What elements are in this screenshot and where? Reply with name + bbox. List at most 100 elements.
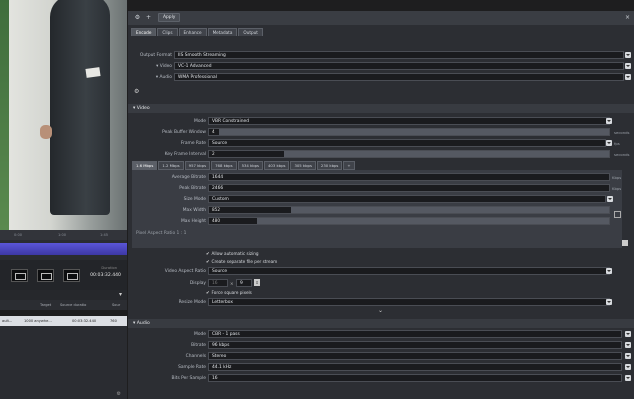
chevron-down-icon[interactable]	[625, 331, 631, 337]
add-icon[interactable]: +	[145, 14, 152, 21]
mode-label: Mode	[194, 119, 206, 124]
chevron-down-icon[interactable]	[607, 196, 613, 202]
film-icon[interactable]	[11, 269, 28, 282]
chevron-down-icon[interactable]	[625, 63, 631, 69]
tab-output[interactable]: Output	[238, 28, 263, 36]
left-footer: ⚙	[0, 326, 127, 399]
audio-mode-select[interactable]: CBR - 1 pass	[208, 330, 622, 338]
cell: 1000 anywhe...	[24, 319, 52, 323]
video-section-header[interactable]: ▾ Video	[128, 104, 634, 113]
tab-metadata[interactable]: Metadata	[207, 28, 238, 36]
chevron-down-icon[interactable]	[625, 342, 631, 348]
max-width-slider[interactable]: 852	[208, 206, 610, 214]
bitrate-tab[interactable]: 768 kbps	[211, 161, 237, 170]
bitrate-tab[interactable]: 230 kbps	[316, 161, 343, 170]
gear-icon[interactable]: ⚙	[134, 14, 141, 21]
bitrate-tab[interactable]: 403 kbps	[264, 161, 290, 170]
unit-label: seconds	[614, 130, 630, 135]
video-edge	[0, 0, 9, 230]
chevron-down-icon[interactable]	[625, 353, 631, 359]
settings-icon[interactable]: ⚙	[117, 391, 121, 397]
table-row[interactable]: ault... 1000 anywhe... 00:03:32.440 760	[0, 316, 127, 326]
video-badge	[85, 67, 101, 78]
checkbox-label: Force square pixels	[211, 290, 252, 295]
cell: ault...	[2, 319, 13, 323]
audio-section-header[interactable]: ▾ Audio	[128, 319, 634, 328]
size-mode-label: Size Mode	[183, 197, 206, 202]
add-bitrate-button[interactable]: +	[343, 161, 355, 170]
stepper-icon[interactable]: ⇕	[254, 279, 260, 286]
chevron-down-icon[interactable]	[625, 364, 631, 370]
chevron-down-icon[interactable]	[606, 268, 612, 274]
chevron-down-icon[interactable]	[625, 52, 631, 58]
chevron-down-icon[interactable]	[606, 118, 612, 124]
video-mode-select[interactable]: VBR Constrained	[208, 117, 610, 125]
display-label: Display	[189, 281, 206, 286]
settings-panel: ⚙ + Apply × Encode Clips Enhance Metadata Ou…	[128, 11, 634, 399]
clip-controls: Duration 00:03:32.440	[0, 260, 127, 290]
tab-enhance[interactable]: Enhance	[178, 28, 207, 36]
link-icon[interactable]	[614, 211, 621, 218]
check-icon: ✔	[206, 259, 210, 264]
peak-buffer-slider[interactable]: 4	[208, 128, 610, 136]
audio-section-title: Audio	[136, 321, 150, 326]
sample-rate-select[interactable]: 44.1 kHz	[208, 363, 622, 371]
key-frame-value: 2	[212, 151, 215, 156]
unit-label: seconds	[614, 152, 630, 157]
separate-file-checkbox[interactable]: ✔ Create separate file per stream	[206, 258, 277, 266]
tab-encode[interactable]: Encode	[131, 28, 157, 36]
video-preview	[0, 0, 127, 230]
audio-codec-select[interactable]: WMA Professional	[174, 73, 624, 81]
bitrate-tab[interactable]: 1.2 Mbps	[158, 161, 184, 170]
film-icon[interactable]	[37, 269, 54, 282]
timecode: 00:03:32.440	[90, 273, 121, 278]
max-height-slider[interactable]: 480	[208, 217, 610, 225]
chevron-down-icon[interactable]	[625, 375, 631, 381]
frame-rate-select[interactable]: Source	[208, 139, 606, 147]
size-mode-select[interactable]: Custom	[208, 195, 606, 203]
chevron-down-icon[interactable]: ▾	[119, 291, 122, 298]
display-height-input[interactable]: 9	[236, 279, 252, 287]
col-source-duration[interactable]: Source duratio	[60, 303, 86, 307]
video-codec-label: ▾ Video	[130, 62, 172, 71]
audio-bitrate-label: Bitrate	[191, 343, 206, 348]
settings-icon[interactable]: ⚙	[134, 88, 139, 95]
display-width-input[interactable]: 16	[208, 279, 228, 287]
col-target[interactable]: Target	[40, 303, 51, 307]
film-icon[interactable]	[63, 269, 80, 282]
key-frame-slider[interactable]: 2	[208, 150, 610, 158]
apply-button[interactable]: Apply	[158, 13, 181, 22]
bitrate-tab[interactable]: 305 kbps	[290, 161, 316, 170]
max-width-label: Max Width	[182, 208, 206, 213]
chevron-down-icon[interactable]	[606, 140, 612, 146]
bitrate-tab[interactable]: 1.6 Mbps	[132, 161, 158, 170]
chevron-down-icon[interactable]	[606, 299, 612, 305]
col-source[interactable]: Sour	[112, 303, 120, 307]
channels-select[interactable]: Stereo	[208, 352, 622, 360]
timecode-label: Duration	[101, 266, 117, 270]
force-square-checkbox[interactable]: ✔ Force square pixels	[206, 289, 252, 297]
bitrate-tab[interactable]: 534 kbps	[237, 161, 264, 170]
close-icon[interactable]: ×	[624, 14, 631, 21]
audio-bitrate-select[interactable]: 96 kbps	[208, 341, 622, 349]
output-format-select[interactable]: IIS Smooth Streaming	[174, 51, 624, 59]
tab-clips[interactable]: Clips	[157, 28, 178, 36]
tab-bar: Encode Clips Enhance Metadata Output	[131, 28, 264, 37]
peak-bitrate-input[interactable]: 2466	[208, 184, 610, 192]
peak-buffer-label: Peak Buffer Window	[162, 130, 206, 135]
avg-bitrate-input[interactable]: 1644	[208, 173, 610, 181]
video-aspect-select[interactable]: Source	[208, 267, 610, 275]
timeline-track[interactable]	[0, 243, 127, 255]
audio-label-text: Audio	[159, 75, 172, 80]
chevron-down-icon[interactable]	[625, 74, 631, 80]
chevron-down-icon[interactable]: ⌄	[378, 307, 383, 314]
allow-auto-sizing-checkbox[interactable]: ✔ Allow automatic sizing	[206, 250, 259, 258]
video-codec-select[interactable]: VC-1 Advanced	[174, 62, 624, 70]
video-person	[50, 0, 110, 215]
expand-icon[interactable]	[622, 240, 628, 246]
ruler-mark: 0:00	[14, 233, 23, 237]
resize-mode-select[interactable]: Letterbox	[208, 298, 610, 306]
bitrate-tab[interactable]: 957 kbps	[184, 161, 211, 170]
timeline[interactable]: 0:00 1:00 1:45	[0, 230, 127, 260]
bits-per-sample-select[interactable]: 16	[208, 374, 622, 382]
